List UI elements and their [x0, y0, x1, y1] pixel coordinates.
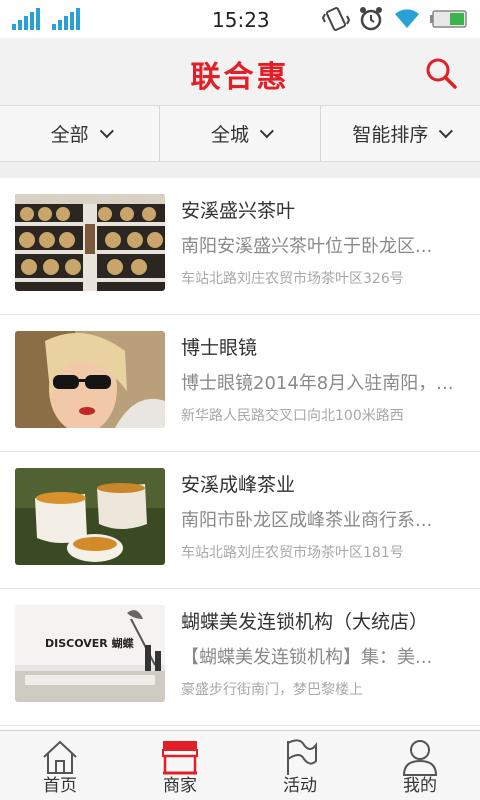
- filter-label: 智能排序: [352, 124, 429, 146]
- shop-name: 博士眼镜: [181, 337, 258, 359]
- filter-area[interactable]: 全城: [160, 106, 321, 161]
- signal-icon: [52, 8, 80, 30]
- shop-address: 新华路人民路交叉口向北100米路西: [181, 408, 404, 424]
- shop-photo: [15, 331, 165, 428]
- home-icon: [43, 740, 77, 774]
- shop-address: 车站北路刘庄农贸市场茶叶区326号: [181, 271, 404, 287]
- alarm-icon: [360, 7, 382, 31]
- vibrate-icon: [322, 7, 350, 31]
- chevron-down-icon: [99, 123, 114, 138]
- shop-name: 安溪盛兴茶叶: [181, 200, 296, 222]
- shop-photo-sign: DISCOVER 蝴蝶: [45, 636, 135, 650]
- filter-sort[interactable]: 智能排序: [321, 106, 480, 161]
- tab-shops[interactable]: 商家: [120, 731, 240, 800]
- shop-photo: DISCOVER 蝴蝶: [15, 605, 165, 702]
- shop-icon: [162, 741, 198, 775]
- shop-name: 安溪成峰茶业: [181, 474, 296, 496]
- shop-address: 豪盛步行街南门，梦巴黎楼上: [181, 682, 363, 698]
- filter-category[interactable]: 全部: [0, 106, 161, 161]
- filter-label: 全部: [50, 124, 89, 146]
- list-item[interactable]: 博士眼镜 博士眼镜2014年8月入驻南阳，... 新华路人民路交叉口向北100米…: [0, 315, 480, 452]
- search-icon[interactable]: [424, 56, 458, 90]
- status-time: 15:23: [212, 8, 270, 32]
- shop-list: 安溪盛兴茶叶 南阳安溪盛兴茶叶位于卧龙区... 车站北路刘庄农贸市场茶叶区326…: [0, 178, 480, 726]
- shop-address: 车站北路刘庄农贸市场茶叶区181号: [181, 545, 404, 561]
- user-icon: [402, 740, 438, 776]
- shop-description: 博士眼镜2014年8月入驻南阳，...: [181, 373, 454, 394]
- shop-photo: [15, 194, 165, 291]
- divider: [0, 162, 480, 178]
- list-item[interactable]: 安溪盛兴茶叶 南阳安溪盛兴茶叶位于卧龙区... 车站北路刘庄农贸市场茶叶区326…: [0, 178, 480, 315]
- list-item[interactable]: DISCOVER 蝴蝶 蝴蝶美发连锁机构（大统店） 【蝴蝶美发连锁机构】集：美.…: [0, 589, 480, 726]
- app-header: 联合惠: [0, 38, 480, 106]
- list-item[interactable]: 安溪成峰茶业 南阳市卧龙区成峰茶业商行系... 车站北路刘庄农贸市场茶叶区181…: [0, 452, 480, 589]
- shop-description: 南阳市卧龙区成峰茶业商行系...: [181, 510, 433, 531]
- filter-bar: 全部 全城 智能排序: [0, 106, 480, 162]
- chevron-down-icon: [439, 123, 454, 138]
- tab-activity[interactable]: 活动: [240, 731, 360, 800]
- filter-label: 全城: [210, 124, 249, 146]
- flag-icon: [287, 739, 317, 775]
- shop-photo: [15, 468, 165, 565]
- shop-name: 蝴蝶美发连锁机构（大统店）: [181, 611, 429, 633]
- chevron-down-icon: [259, 123, 274, 138]
- bottom-tab-bar: 首页 商家 活动 我的: [0, 730, 480, 800]
- status-bar: 15:23: [0, 0, 480, 38]
- shop-description: 南阳安溪盛兴茶叶位于卧龙区...: [181, 236, 433, 257]
- shop-description: 【蝴蝶美发连锁机构】集：美...: [181, 647, 433, 668]
- page-title: 联合惠: [190, 60, 290, 95]
- signal-icon: [12, 8, 40, 30]
- tab-home[interactable]: 首页: [0, 731, 120, 800]
- battery-icon: [430, 10, 467, 28]
- wifi-icon: [395, 9, 419, 28]
- tab-mine[interactable]: 我的: [360, 731, 480, 800]
